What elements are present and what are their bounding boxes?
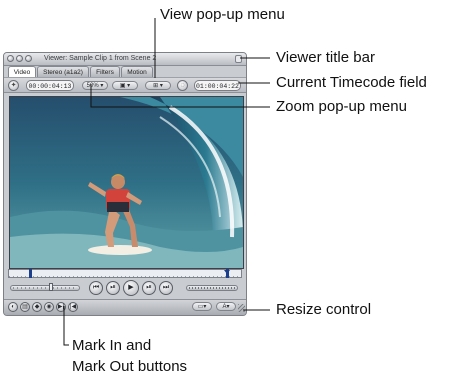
- callout-mark-in-out-line2: Mark Out buttons: [72, 358, 188, 375]
- callout-current-timecode: Current Timecode field: [276, 74, 427, 91]
- callout-mark-in-out-line1: Mark In and: [72, 337, 152, 354]
- callout-zoom-popup: Zoom pop-up menu: [276, 98, 407, 115]
- callout-viewer-title-bar: Viewer title bar: [276, 49, 375, 66]
- callout-resize-control: Resize control: [276, 301, 372, 318]
- callout-view-popup: View pop-up menu: [160, 6, 285, 23]
- callout-lines: [63, 18, 270, 346]
